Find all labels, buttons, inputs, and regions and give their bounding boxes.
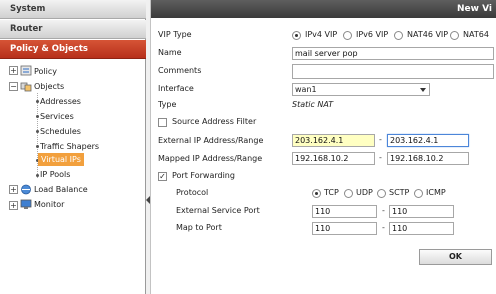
comments-textarea[interactable] [292,64,494,79]
expand-policy-icon[interactable]: + [9,66,18,75]
protocol-tcp-radio[interactable] [312,189,321,198]
source-address-filter-label[interactable]: Source Address Filter [172,117,256,126]
vip-type-label: VIP Type [158,30,192,39]
mapped-ip-from-input[interactable]: 192.168.10.2 [292,152,375,165]
port-forwarding-checkbox[interactable]: ✓ [158,172,167,181]
vip-type-nat46-radio[interactable] [394,31,403,40]
type-value: Static NAT [292,100,334,109]
range-dash: - [379,135,382,144]
collapse-objects-icon[interactable]: − [9,82,18,91]
vip-type-ipv4-label[interactable]: IPv4 VIP [305,30,337,39]
policy-icon [20,65,32,76]
external-ip-to-input[interactable]: 203.162.4.1 [387,134,469,147]
external-port-from-input[interactable]: 110 [312,205,377,218]
protocol-udp-radio[interactable] [344,189,353,198]
collapse-arrow-icon[interactable] [146,196,150,204]
vip-type-ipv4-radio[interactable] [292,31,301,40]
protocol-icmp-radio[interactable] [414,189,423,198]
tree-item-schedules[interactable]: Schedules [40,125,81,138]
tree-item-virtual-ips[interactable]: Virtual IPs [38,153,84,166]
section-router[interactable]: Router [0,20,146,39]
tree-item-addresses[interactable]: Addresses [40,95,81,108]
chevron-down-icon [420,88,426,92]
load-balance-icon [21,184,31,195]
port-forwarding-label[interactable]: Port Forwarding [172,171,235,180]
range-dash: - [382,206,385,215]
protocol-tcp-label[interactable]: TCP [324,188,339,197]
tree-item-monitor[interactable]: Monitor [34,198,64,211]
expand-load-balance-icon[interactable]: + [9,185,18,194]
objects-icon [20,82,32,92]
name-label: Name [158,48,182,57]
external-ip-from-input[interactable]: 203.162.4.1 [292,134,375,147]
mapped-ip-to-input[interactable]: 192.168.10.2 [387,152,469,165]
section-system[interactable]: System [0,0,146,19]
tree-item-load-balance[interactable]: Load Balance [34,183,88,196]
interface-label: Interface [158,84,194,93]
protocol-udp-label[interactable]: UDP [356,188,373,197]
comments-label: Comments [158,66,202,75]
bullet-icon [36,100,39,103]
range-dash: - [379,153,382,162]
protocol-icmp-label[interactable]: ICMP [426,188,446,197]
tree-item-services[interactable]: Services [40,110,74,123]
bullet-icon [36,145,39,148]
bullet-icon [36,130,39,133]
range-dash: - [382,223,385,232]
protocol-sctp-radio[interactable] [377,189,386,198]
external-service-port-label: External Service Port [176,206,260,215]
bullet-icon [36,174,39,177]
source-address-filter-checkbox[interactable] [158,118,167,127]
external-port-to-input[interactable]: 110 [389,205,454,218]
tree-item-traffic-shapers[interactable]: Traffic Shapers [40,140,99,153]
map-to-port-label: Map to Port [176,223,222,232]
dialog-title: New Vi [151,0,496,18]
mapped-ip-label: Mapped IP Address/Range [158,154,263,163]
sidebar: System Router Policy & Objects + Policy … [0,0,146,294]
vip-type-nat64-label[interactable]: NAT64 [463,30,489,39]
name-input[interactable]: mail server pop [292,47,494,60]
monitor-icon [20,199,32,209]
new-virtual-ip-dialog: New Vi VIP Type IPv4 VIP IPv6 VIP NAT46 … [151,0,496,294]
external-ip-label: External IP Address/Range [158,136,264,145]
vip-type-nat46-label[interactable]: NAT46 VIP [407,30,448,39]
tree-item-policy[interactable]: Policy [34,65,57,78]
type-label: Type [158,100,177,109]
section-policy-objects[interactable]: Policy & Objects [0,40,146,59]
interface-select[interactable]: wan1 [292,83,430,96]
map-port-to-input[interactable]: 110 [389,222,454,235]
protocol-sctp-label[interactable]: SCTP [389,188,409,197]
vip-type-ipv6-label[interactable]: IPv6 VIP [356,30,388,39]
expand-monitor-icon[interactable]: + [9,201,18,210]
vip-type-nat64-radio[interactable] [450,31,459,40]
interface-select-value: wan1 [295,85,317,94]
map-port-from-input[interactable]: 110 [312,222,377,235]
ok-button[interactable]: OK [419,249,492,265]
tree-item-objects[interactable]: Objects [34,80,64,93]
bullet-icon [36,115,39,118]
protocol-label: Protocol [176,188,209,197]
vip-type-ipv6-radio[interactable] [343,31,352,40]
tree-item-ip-pools[interactable]: IP Pools [40,168,70,181]
